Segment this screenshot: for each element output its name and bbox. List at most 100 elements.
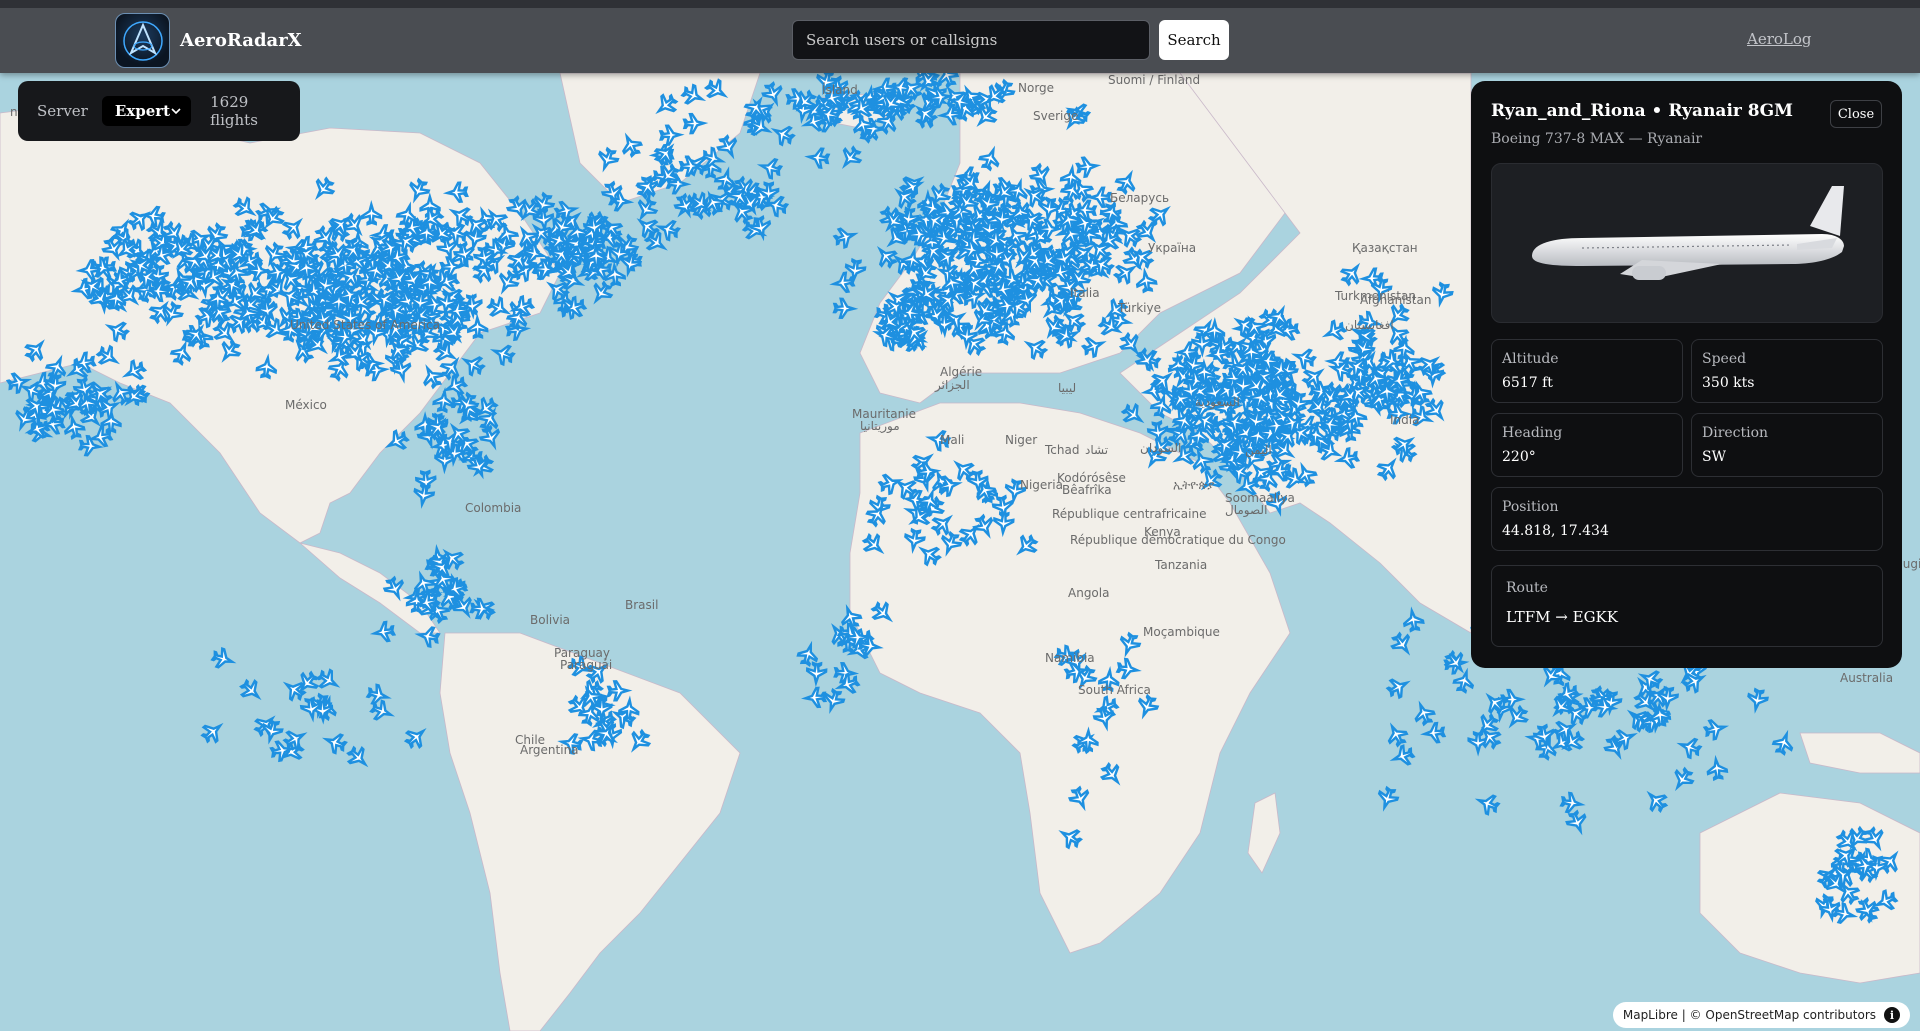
maplibre-link[interactable]: MapLibre — [1623, 1008, 1678, 1022]
server-select[interactable]: Expert — [101, 96, 192, 126]
info-icon[interactable]: i — [1884, 1007, 1900, 1023]
osm-attribution[interactable]: | © OpenStreetMap contributors — [1682, 1008, 1876, 1022]
aircraft-icon[interactable] — [1120, 401, 1147, 428]
app-logo-icon — [115, 13, 170, 68]
aircraft-icon[interactable] — [369, 620, 397, 643]
map-label: Türkiye — [1118, 301, 1161, 315]
aircraft-icon[interactable] — [1771, 729, 1795, 756]
map-label: الصومال — [1225, 503, 1268, 517]
aircraft-icon[interactable] — [478, 424, 503, 451]
aircraft-icon[interactable] — [1402, 606, 1425, 633]
aircraft-icon[interactable] — [756, 156, 784, 180]
map-label: Italia — [1070, 286, 1100, 300]
brand-area[interactable]: AeroRadarX — [115, 13, 302, 68]
aircraft-icon[interactable] — [770, 122, 796, 148]
aircraft-icon[interactable] — [1389, 630, 1416, 657]
aircraft-icon[interactable] — [321, 730, 348, 755]
aircraft-icon[interactable] — [761, 81, 786, 108]
aircraft-icon[interactable] — [844, 257, 867, 285]
close-button[interactable]: Close — [1830, 100, 1882, 128]
heading-stat: Heading 220° — [1491, 413, 1683, 477]
aircraft-icon[interactable] — [432, 387, 454, 414]
speed-value: 350 kts — [1702, 375, 1755, 391]
map-label: Algérie — [940, 365, 983, 379]
aerolog-link[interactable]: AeroLog — [1747, 30, 1812, 48]
map-label: Australia — [1840, 671, 1894, 685]
route-stat: Route LTFM → EGKK — [1491, 565, 1883, 647]
heading-label: Heading — [1502, 425, 1563, 441]
map-label: Sverige — [1033, 109, 1079, 123]
aircraft-icon[interactable] — [1384, 722, 1410, 748]
aircraft-icon[interactable] — [1412, 700, 1437, 727]
aircraft-icon[interactable] — [1385, 674, 1411, 700]
altitude-stat: Altitude 6517 ft — [1491, 339, 1683, 403]
speed-stat: Speed 350 kts — [1691, 339, 1883, 403]
aircraft-icon[interactable] — [796, 640, 820, 668]
server-panel: Server Expert 1629 flights — [18, 81, 300, 141]
map-label: اليمن — [1245, 443, 1272, 457]
map-label: Suomi / Finland — [1108, 73, 1201, 87]
aircraft-icon[interactable] — [829, 271, 856, 294]
aircraft-icon[interactable] — [489, 342, 516, 367]
map-label: République centrafricaine — [1052, 507, 1207, 521]
flight-info-panel: Ryan_and_Riona • Ryanair 8GM Boeing 737-… — [1471, 81, 1902, 668]
map-label: موريتانيا — [860, 419, 900, 433]
server-selected-value: Expert — [114, 102, 171, 120]
position-label: Position — [1502, 499, 1559, 515]
aircraft-icon[interactable] — [1474, 791, 1501, 816]
aircraft-icon[interactable] — [1559, 791, 1586, 814]
aircraft-icon[interactable] — [199, 719, 226, 746]
altitude-label: Altitude — [1502, 351, 1559, 367]
map-label: Norge — [1018, 81, 1055, 95]
map-label: South Africa — [1078, 683, 1151, 697]
aircraft-icon[interactable] — [1565, 809, 1590, 836]
aircraft-icon[interactable] — [804, 147, 831, 169]
aircraft-icon[interactable] — [800, 686, 828, 709]
land-papua — [1799, 732, 1920, 774]
aircraft-icon[interactable] — [1389, 744, 1416, 768]
aircraft-icon[interactable] — [837, 144, 864, 171]
aircraft-icon[interactable] — [1746, 687, 1769, 714]
aircraft-type: Boeing 737-8 MAX — Ryanair — [1491, 131, 1703, 147]
server-label: Server — [37, 102, 88, 120]
aircraft-icon[interactable] — [1670, 766, 1697, 793]
airplane-photo-icon — [1532, 186, 1844, 280]
aircraft-icon[interactable] — [413, 482, 436, 509]
aircraft-icon[interactable] — [1420, 721, 1447, 744]
aircraft-icon[interactable] — [1702, 718, 1730, 741]
land-madagascar — [1247, 792, 1281, 874]
land-australia — [1699, 792, 1920, 984]
chevron-down-icon — [171, 108, 181, 115]
direction-value: SW — [1702, 449, 1726, 465]
aircraft-icon[interactable] — [1676, 735, 1703, 760]
aircraft-icon[interactable] — [237, 677, 264, 704]
map-label: United States of America — [290, 318, 440, 332]
search-input[interactable] — [792, 20, 1150, 60]
aircraft-icon[interactable] — [315, 667, 342, 693]
aircraft-icon[interactable] — [460, 352, 486, 378]
position-value: 44.818, 17.434 — [1502, 523, 1609, 539]
map-label: Brasil — [625, 598, 659, 612]
aircraft-icon[interactable] — [1706, 754, 1729, 782]
aircraft-icon[interactable] — [210, 647, 237, 671]
map-label: Tchad — [1045, 443, 1080, 457]
aircraft-icon[interactable] — [832, 297, 859, 320]
search-button[interactable]: Search — [1159, 20, 1229, 60]
aircraft-icon[interactable] — [402, 724, 429, 751]
aircraft-icon[interactable] — [1375, 785, 1400, 812]
map-label: Ísland — [822, 83, 858, 97]
aircraft-icon[interactable] — [344, 744, 371, 771]
map-label: تشاد — [1085, 443, 1109, 457]
route-label: Route — [1506, 580, 1548, 596]
map-label: Mali — [940, 433, 965, 447]
map-attribution: MapLibre | © OpenStreetMap contributors … — [1612, 1002, 1910, 1028]
map-label: Україна — [1148, 241, 1197, 255]
top-header: AeroRadarX Search AeroLog — [0, 0, 1920, 73]
aircraft-icon[interactable] — [1657, 685, 1679, 712]
map-label: افغانستان — [1345, 318, 1394, 332]
aircraft-icon[interactable] — [832, 225, 859, 249]
aircraft-icon[interactable] — [1643, 787, 1670, 814]
aircraft-icon[interactable] — [365, 683, 392, 706]
map-label: ኢትዮጵያ — [1173, 478, 1215, 492]
map-label: Paraguái — [560, 658, 613, 672]
